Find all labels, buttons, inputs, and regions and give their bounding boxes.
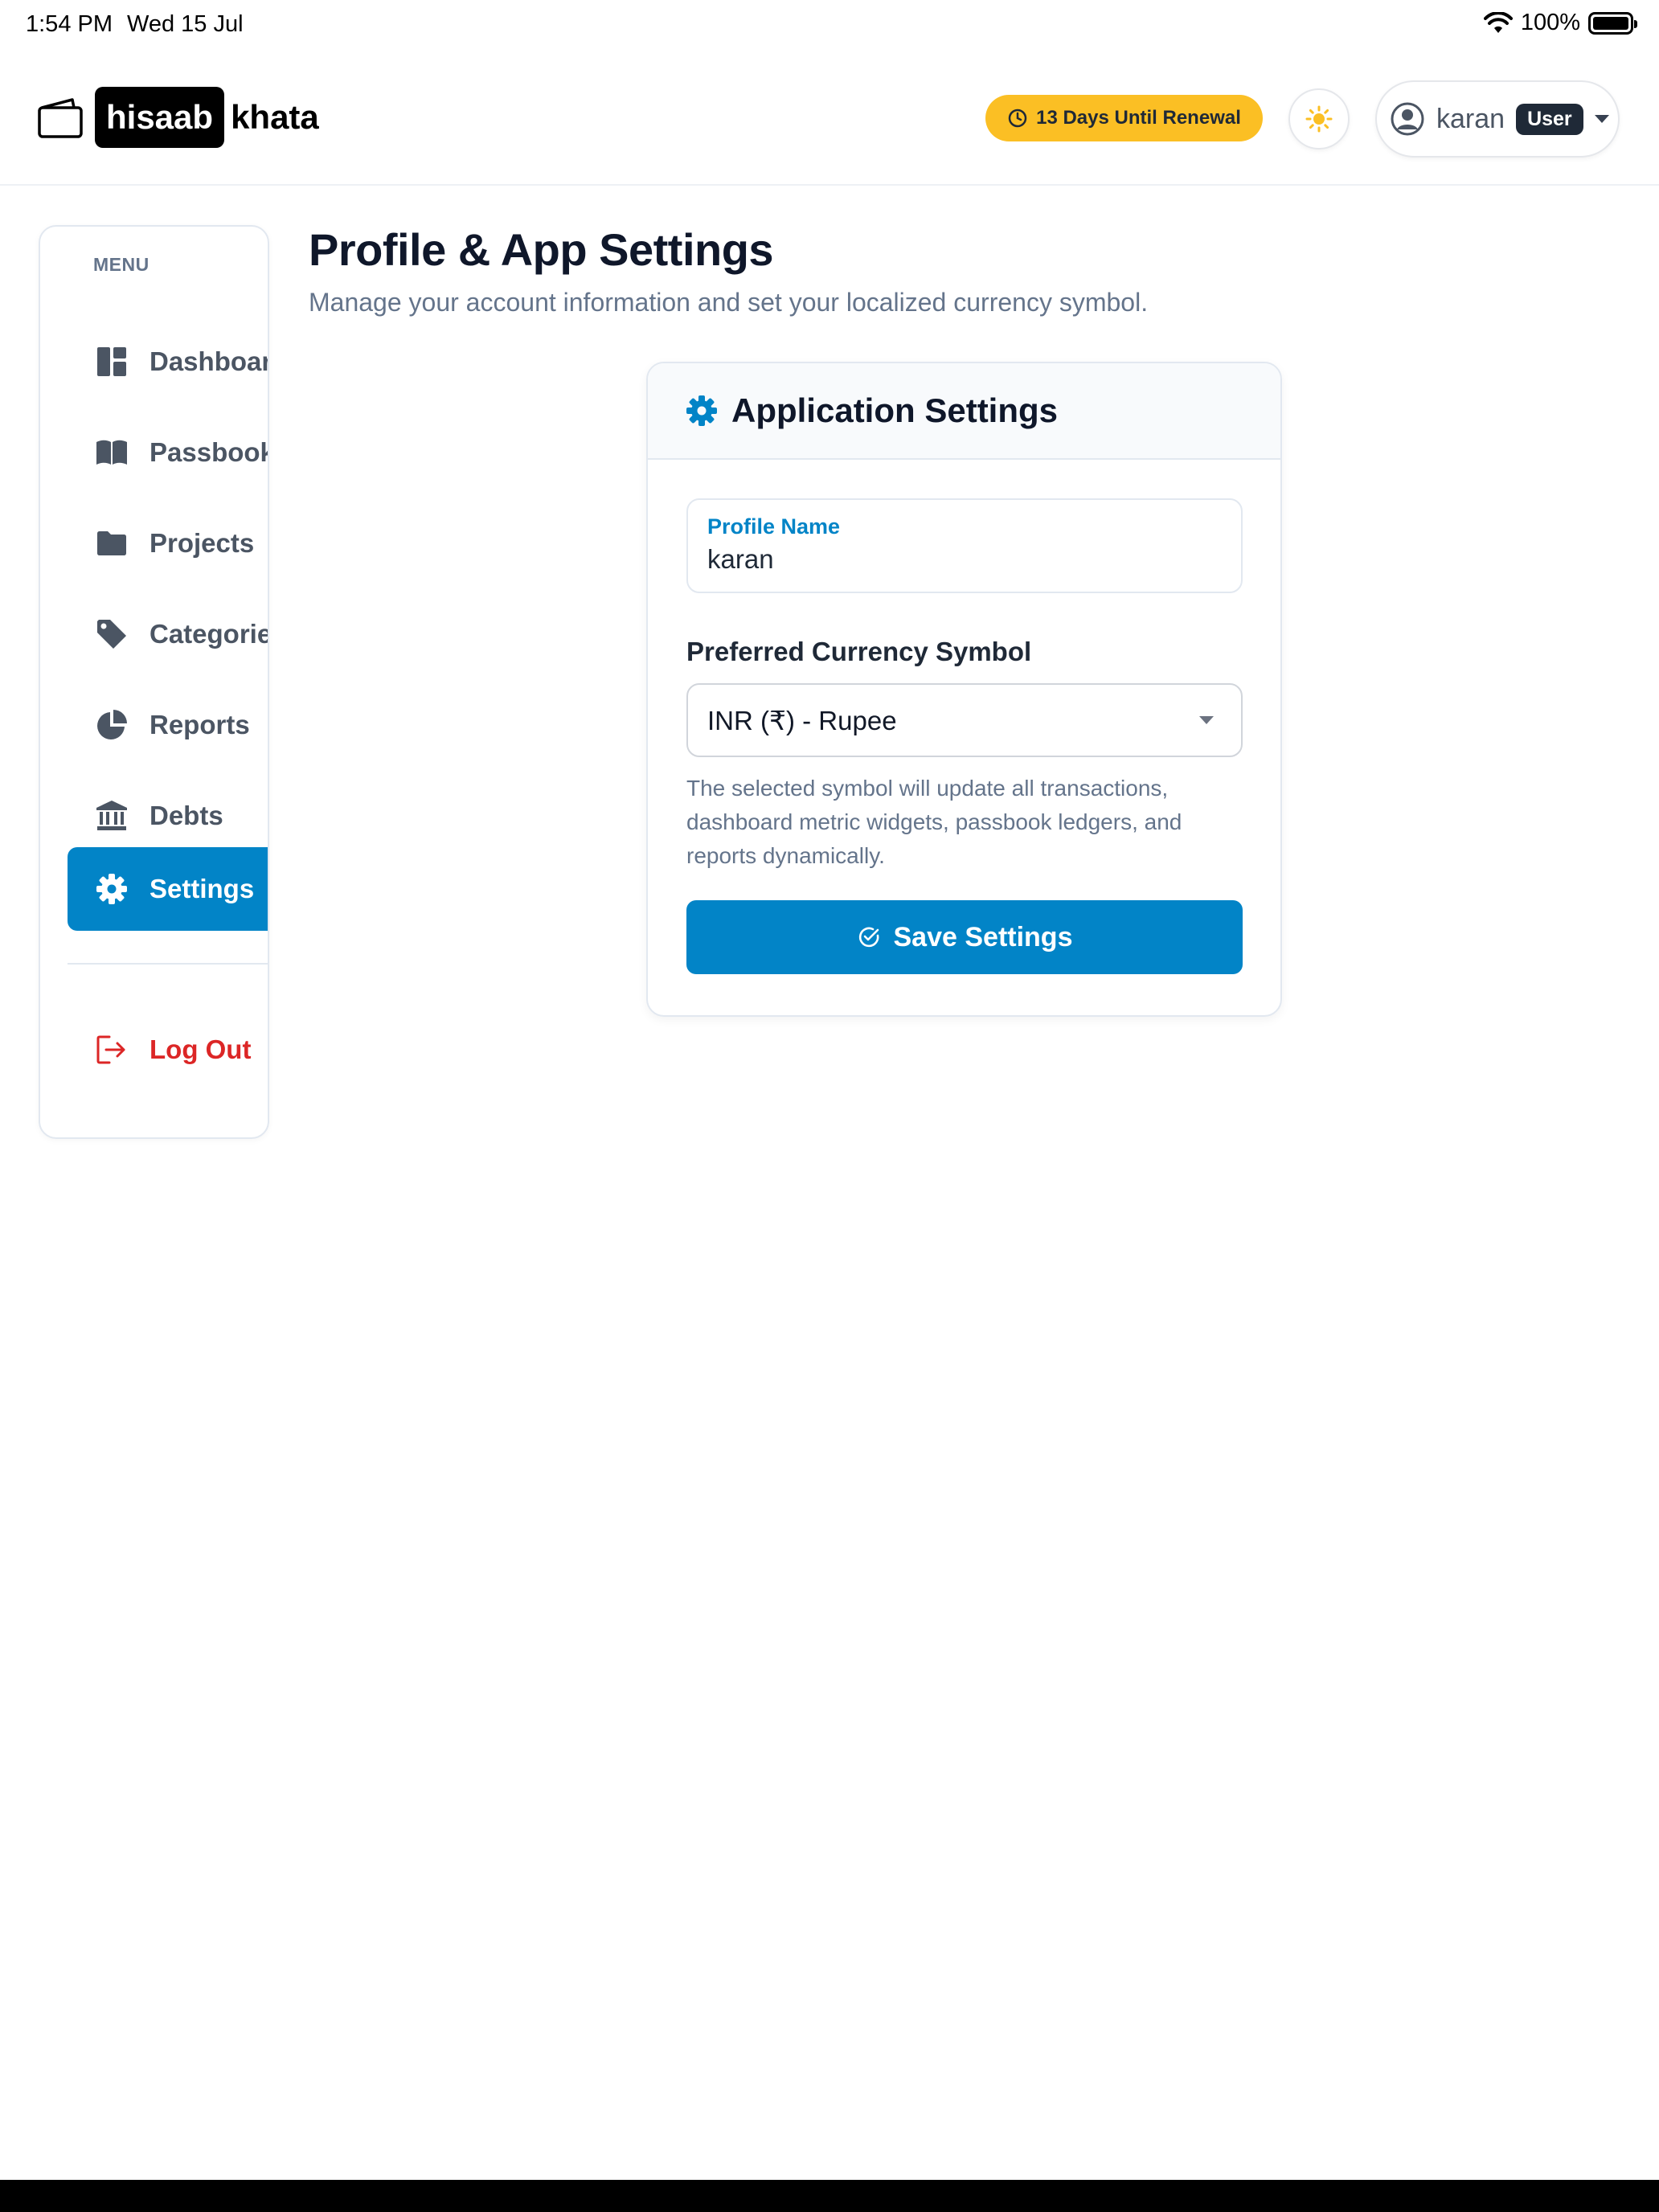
currency-label: Preferred Currency Symbol: [686, 637, 1032, 666]
sidebar-item-dashboard[interactable]: Dashboard: [68, 320, 268, 403]
pie-chart-icon: [97, 710, 127, 739]
app-header: hisaab khata 13 Days Until Renewal karan: [0, 51, 1659, 186]
card-header: Application Settings: [648, 363, 1280, 460]
currency-select[interactable]: INR (₹) - Rupee: [686, 683, 1243, 757]
sidebar-item-label: Projects: [150, 528, 255, 558]
bank-icon: [96, 801, 127, 830]
wallet-icon: [38, 98, 83, 138]
folder-icon: [97, 531, 126, 555]
gear-icon: [686, 395, 717, 426]
sidebar-item-debts[interactable]: Debts: [68, 774, 268, 858]
card-title: Application Settings: [731, 391, 1059, 429]
currency-help-text: The selected symbol will update all tran…: [686, 776, 1182, 868]
sidebar-item-settings[interactable]: Settings: [68, 847, 268, 931]
profile-name-label: Profile Name: [707, 514, 841, 539]
check-circle-icon: [858, 927, 879, 948]
status-bar: 1:54 PM Wed 15 Jul 100%: [0, 0, 1659, 51]
bottom-bar: [0, 2180, 1659, 2212]
clock-icon: [1008, 109, 1027, 128]
sidebar-item-label: Categories: [150, 619, 268, 649]
application-settings-card: Application Settings Profile Name Prefer…: [646, 362, 1282, 1017]
logo-primary-text: hisaab: [95, 87, 225, 148]
logo-secondary-text: khata: [231, 98, 319, 136]
user-name: karan: [1436, 103, 1505, 134]
dashboard-icon: [97, 347, 126, 376]
save-settings-label: Save Settings: [893, 921, 1073, 952]
sidebar-item-label: Debts: [150, 801, 223, 830]
sidebar-item-projects[interactable]: Projects: [68, 502, 268, 585]
sidebar-item-label: Settings: [150, 874, 255, 903]
renewal-badge[interactable]: 13 Days Until Renewal: [985, 95, 1263, 141]
currency-selected-value: INR (₹) - Rupee: [707, 705, 897, 735]
chevron-down-icon: [1199, 716, 1214, 724]
sidebar-item-passbook[interactable]: Passbook: [68, 411, 269, 494]
app-logo[interactable]: hisaab khata: [37, 87, 319, 148]
sun-icon: [1305, 105, 1333, 133]
page-title: Profile & App Settings: [309, 224, 774, 275]
logout-label: Log Out: [150, 1034, 252, 1064]
user-menu-button[interactable]: karan User: [1375, 80, 1620, 158]
status-date: Wed 15 Jul: [127, 11, 244, 37]
sidebar-item-reports[interactable]: Reports: [68, 683, 268, 767]
logout-button[interactable]: Log Out: [68, 1008, 268, 1092]
status-indicators: 100%: [1483, 10, 1637, 36]
sidebar-item-label: Dashboard: [150, 346, 268, 376]
user-avatar-icon: [1391, 102, 1424, 136]
profile-name-input[interactable]: [707, 544, 1222, 575]
tag-icon: [97, 620, 126, 649]
sidebar-item-label: Reports: [150, 710, 250, 739]
sidebar: MENU Dashboard Passbook Projects Categor…: [39, 225, 269, 1139]
user-role-badge: User: [1516, 103, 1583, 135]
battery-icon: [1588, 11, 1637, 35]
sidebar-divider: [68, 963, 268, 965]
sidebar-item-label: Passbook: [150, 437, 269, 467]
chevron-down-icon: [1594, 115, 1609, 123]
gear-icon: [96, 874, 127, 904]
status-time: 1:54 PM: [26, 11, 113, 37]
menu-heading: MENU: [93, 254, 150, 275]
page-subtitle: Manage your account information and set …: [309, 288, 1149, 317]
battery-percentage: 100%: [1520, 10, 1580, 35]
book-icon: [96, 440, 127, 465]
theme-toggle-button[interactable]: [1288, 88, 1350, 150]
wifi-icon: [1483, 11, 1513, 33]
profile-name-field[interactable]: Profile Name: [686, 498, 1243, 593]
logout-icon: [96, 1035, 125, 1064]
sidebar-item-categories[interactable]: Categories: [68, 592, 268, 676]
save-settings-button[interactable]: Save Settings: [686, 900, 1243, 974]
renewal-text: 13 Days Until Renewal: [1036, 107, 1241, 129]
